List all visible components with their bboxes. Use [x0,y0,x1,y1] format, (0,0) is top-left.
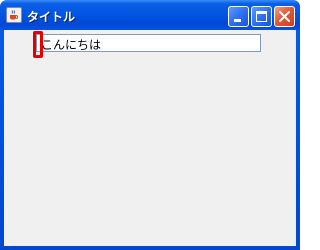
close-button[interactable] [274,6,295,27]
minimize-button[interactable] [228,6,249,27]
caret-highlight-box [33,31,43,58]
minimize-icon [234,19,241,22]
content-pane: こんにちは [4,30,296,246]
maximize-icon [256,11,267,22]
window-title: タイトル [27,10,76,24]
text-field-value: こんにちは [41,38,102,52]
close-icon [279,11,290,22]
text-field[interactable]: こんにちは [36,34,261,52]
title-bar[interactable]: タイトル [0,0,300,30]
java-coffee-cup-icon[interactable] [6,7,22,23]
app-window: タイトル こんにちは [0,0,300,250]
maximize-button[interactable] [251,6,272,27]
